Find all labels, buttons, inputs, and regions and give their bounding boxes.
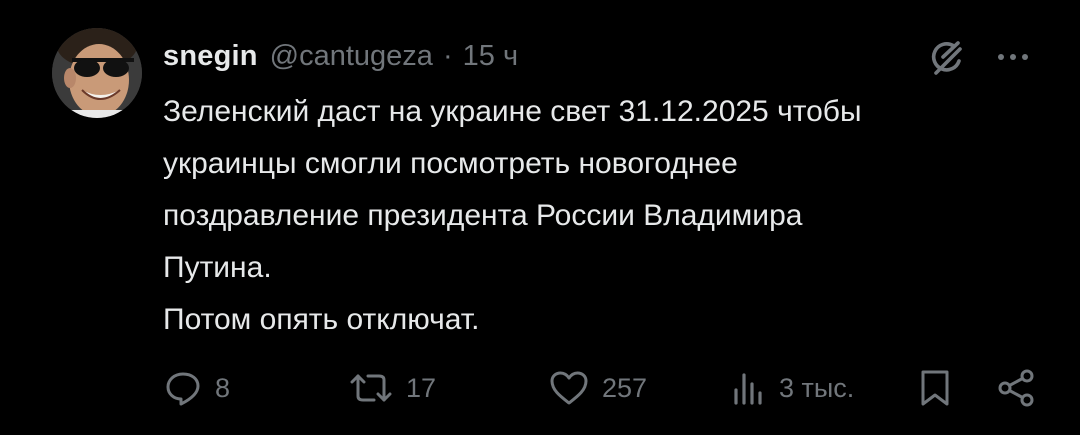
tweet-text-line: Путина. [163,251,272,284]
bookmark-button[interactable] [915,362,955,414]
tweet-header: snegin @cantugeza · 15 ч [163,36,518,76]
tweet-time[interactable]: 15 ч [463,40,518,73]
share-button[interactable] [995,362,1037,414]
like-icon [548,368,590,408]
views-button[interactable]: 3 тыс. [731,362,854,414]
bookmark-icon [915,367,955,409]
tweet-text-line: поздравление президента России Владимира [163,199,803,232]
tweet-text-line: украинцы смогли посмотреть новогоднее [163,147,738,180]
avatar-image [52,28,142,118]
views-icon [731,368,767,408]
grok-button[interactable] [924,34,970,80]
reply-button[interactable]: 8 [163,362,230,414]
tweet-text-line: Зеленский даст на украине свет 31.12.202… [163,95,862,128]
action-bar: 8 17 257 3 тыс. [163,362,1043,414]
reply-count: 8 [215,372,231,403]
separator-dot: · [442,39,453,72]
like-count: 257 [602,372,648,403]
repost-icon [348,368,394,408]
user-handle[interactable]: @cantugeza [270,40,433,73]
tweet[interactable]: snegin @cantugeza · 15 ч Зеленский даст … [0,0,1080,435]
more-icon [996,52,1030,62]
tweet-text-line: Потом опять отключат. [163,303,480,336]
avatar[interactable] [52,28,142,118]
more-button[interactable] [990,34,1036,80]
reply-icon [163,368,203,408]
like-button[interactable]: 257 [548,362,647,414]
display-name[interactable]: snegin [163,40,258,73]
repost-count: 17 [406,372,437,403]
views-count: 3 тыс. [779,372,855,403]
repost-button[interactable]: 17 [348,362,436,414]
share-icon [995,367,1037,409]
grok-icon [927,37,967,77]
tweet-text: Зеленский даст на украине свет 31.12.202… [163,86,1043,346]
